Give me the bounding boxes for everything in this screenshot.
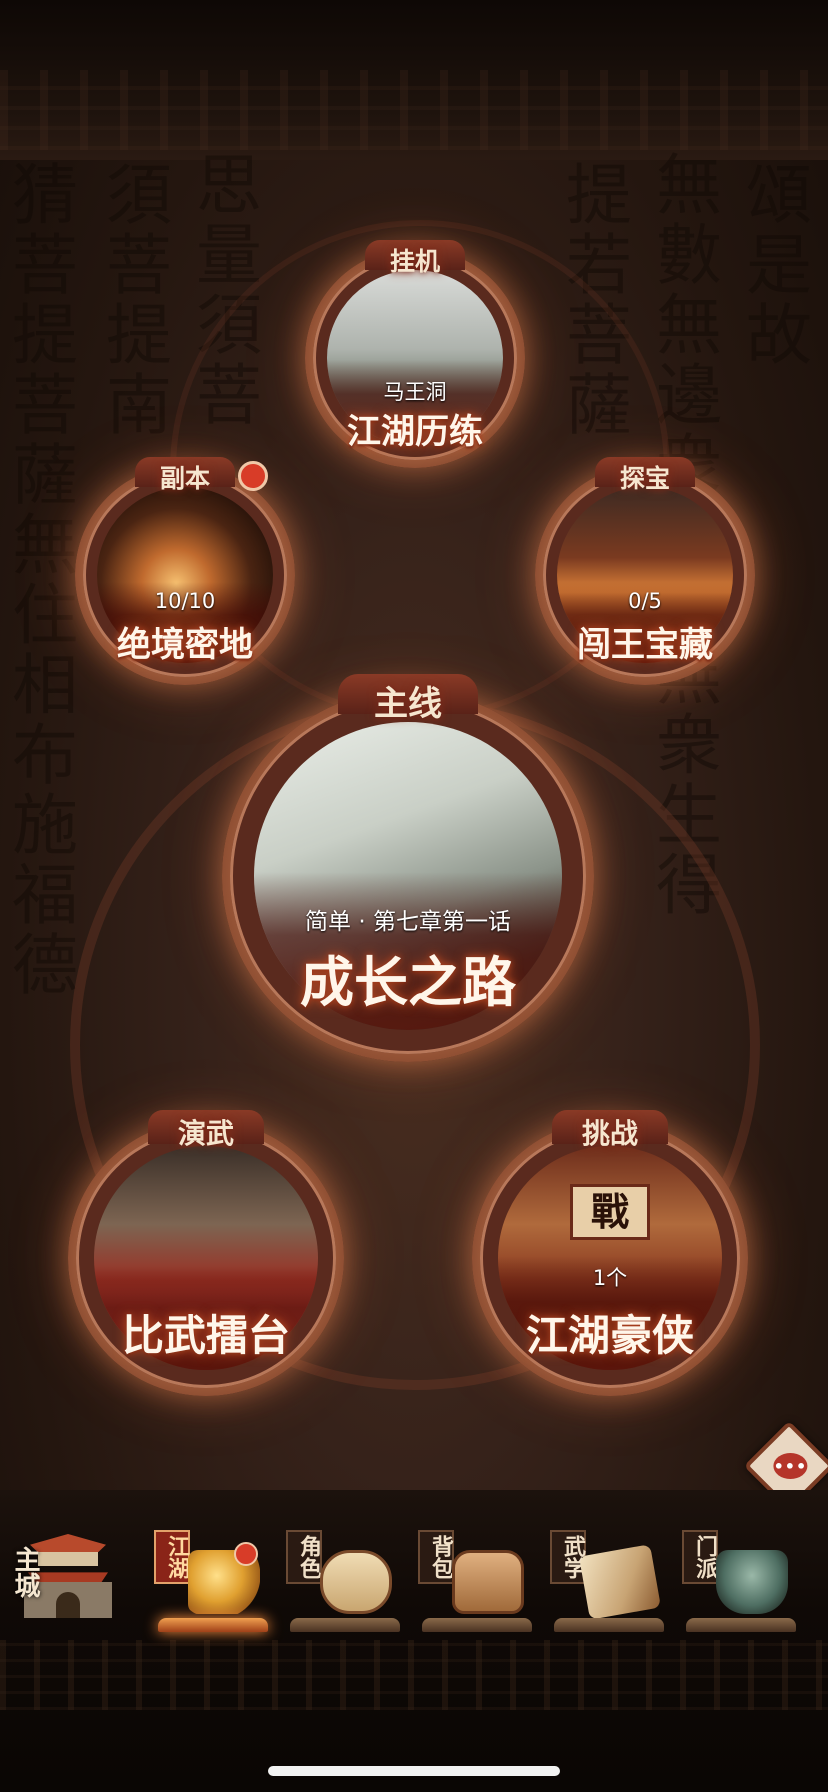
calligraphy-decor: 猜菩提菩薩無住相布施福德: [1, 160, 78, 1000]
battle-plaque: 戰: [570, 1184, 650, 1240]
martial-scroll-icon: [578, 1544, 662, 1620]
node-arena[interactable]: 演武 比武擂台: [68, 1110, 344, 1396]
calligraphy-decor: 頌是故: [735, 160, 812, 370]
nav-label-sect: 门派: [682, 1530, 718, 1584]
nav-label-jianghu: 江湖: [154, 1530, 190, 1584]
top-ornament-band: [0, 0, 828, 160]
dungeon-red-dot-badge: [238, 461, 268, 491]
afk-title: 江湖历练: [347, 412, 483, 452]
dungeon-title: 绝境密地: [117, 625, 253, 665]
nav-item-martial-arts[interactable]: 武学: [536, 1520, 666, 1635]
main-tag: 主线: [374, 684, 442, 724]
challenge-tag: 挑战: [581, 1117, 638, 1150]
challenge-title: 江湖豪侠: [525, 1311, 694, 1360]
main-chapter: 简单 · 第七章第一话: [305, 909, 511, 935]
nav-label-character: 角色: [286, 1530, 322, 1584]
chat-bubble-icon: •••: [773, 1453, 808, 1479]
dungeon-progress: 10/10: [154, 589, 216, 613]
treasure-title: 闯王宝藏: [577, 625, 713, 665]
main-title: 成长之路: [300, 950, 516, 1014]
afk-location: 马王洞: [383, 380, 447, 404]
challenge-count: 1个: [592, 1266, 628, 1290]
nav-item-jianghu[interactable]: 江湖: [140, 1520, 270, 1635]
calligraphy-decor: 須菩提南: [95, 160, 172, 440]
cauldron-icon: [716, 1550, 788, 1614]
bottom-ornament-band: [0, 1640, 828, 1710]
nav-item-sect[interactable]: 门派: [668, 1520, 798, 1635]
arena-title: 比武擂台: [121, 1311, 290, 1360]
jianghu-red-dot-badge: [234, 1542, 258, 1566]
nav-item-character[interactable]: 角色: [272, 1520, 402, 1635]
afk-tag: 挂机: [389, 247, 440, 276]
node-challenge[interactable]: 戰 挑战 1个 江湖豪侠: [472, 1110, 748, 1396]
home-indicator[interactable]: [268, 1766, 560, 1776]
scroll-icon: [320, 1550, 392, 1614]
arena-tag: 演武: [177, 1117, 234, 1150]
nav-item-bag[interactable]: 背包: [404, 1520, 534, 1635]
nav-label-main-city: 主城: [10, 1546, 40, 1598]
nav-label-bag: 背包: [418, 1530, 454, 1584]
treasure-tag: 探宝: [619, 464, 670, 493]
node-dungeon[interactable]: 副本 10/10 绝境密地: [75, 457, 295, 685]
dungeon-tag: 副本: [159, 464, 210, 493]
nav-label-martial-arts: 武学: [550, 1530, 586, 1584]
nav-item-main-city[interactable]: 主城: [0, 1520, 130, 1635]
node-afk-training[interactable]: 挂机 马王洞 江湖历练: [305, 240, 525, 468]
bag-icon: [452, 1550, 524, 1614]
node-treasure[interactable]: 探宝 0/5 闯王宝藏: [535, 457, 755, 685]
treasure-progress: 0/5: [628, 589, 662, 613]
node-main-story[interactable]: 主线 简单 · 第七章第一话 成长之路: [222, 674, 594, 1062]
